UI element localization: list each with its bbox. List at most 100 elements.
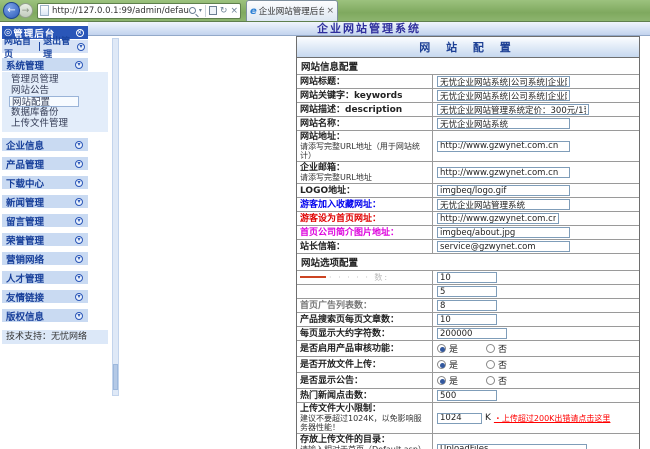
- table-row: 网站关键字：keywords: [297, 88, 639, 102]
- upload-size-input[interactable]: [437, 412, 482, 424]
- table-row: 网站描述：description: [297, 102, 639, 116]
- table-row: 是否开放文件上传： 是 否: [297, 356, 639, 372]
- section-label: 新闻管理: [6, 197, 45, 209]
- url-text[interactable]: http://127.0.0.1:99/admin/default.asp: [52, 6, 189, 16]
- tab-close-icon[interactable]: ×: [326, 6, 334, 16]
- sidebar-section-product[interactable]: 产品管理 ▾: [2, 157, 88, 171]
- sidebar-item-admin-manage[interactable]: 管理员管理: [2, 74, 108, 85]
- field-label: 网站关键字：keywords: [300, 90, 403, 101]
- sidebar-item-site-notice[interactable]: 网站公告: [2, 85, 108, 96]
- section-toggle-icon[interactable]: ▾: [75, 140, 83, 149]
- support-label: 技术支持：无忧网络: [2, 330, 108, 344]
- list-count-1-input[interactable]: [437, 272, 497, 283]
- browser-tab[interactable]: e 企业网站管理后台 ×: [246, 0, 338, 21]
- sidebar-item-site-config[interactable]: 网站配置: [9, 96, 79, 108]
- file-upload-radio-yes[interactable]: [437, 360, 446, 369]
- description-input[interactable]: [437, 104, 589, 115]
- about-image-input[interactable]: [437, 227, 570, 238]
- unit-label: K: [485, 413, 491, 423]
- site-url-input[interactable]: [437, 140, 570, 152]
- sidebar-item-upload-manage[interactable]: 上传文件管理: [2, 118, 108, 129]
- radio-label: 是: [449, 377, 459, 387]
- forward-button[interactable]: →: [18, 3, 33, 18]
- sidebar-item-db-backup[interactable]: 数据库备份: [2, 107, 108, 118]
- section-header-info: 网站信息配置: [297, 57, 639, 74]
- table-row: [297, 284, 639, 298]
- table-row: 上传文件大小限制：建议不要超过1024K，以免影响服务器性能！ K・上传超过200…: [297, 402, 639, 433]
- field-label: 是否启用产品审核功能：: [300, 343, 400, 354]
- sidebar-section-links[interactable]: 友情链接 ▾: [2, 290, 88, 304]
- section-toggle-icon[interactable]: ▾: [75, 159, 83, 168]
- sidebar-section-honor[interactable]: 荣誉管理 ▾: [2, 233, 88, 247]
- sidebar-section-system[interactable]: 系统管理 ▾: [2, 58, 88, 72]
- section-toggle-icon[interactable]: ▾: [75, 311, 83, 320]
- back-button[interactable]: ←: [3, 2, 20, 19]
- collapse-icon[interactable]: ×: [76, 28, 84, 37]
- section-toggle-icon[interactable]: ▾: [75, 178, 83, 187]
- ad-list-count-input[interactable]: [437, 300, 497, 311]
- sidebar-section-copyright[interactable]: 版权信息 ▾: [2, 309, 88, 323]
- divider: [204, 4, 206, 17]
- section-toggle-icon[interactable]: ▾: [75, 273, 83, 282]
- compatibility-icon[interactable]: [208, 6, 217, 15]
- table-row: 游客设为首页网址：: [297, 211, 639, 225]
- table-row: 产品搜索页每页文章数：: [297, 312, 639, 326]
- upload-error-link[interactable]: ・上传超过200K出错请点击这里: [494, 413, 611, 424]
- config-table: 网 站 配 置 网站信息配置 网站标题： 网站关键字：keywords 网站描述…: [296, 36, 640, 449]
- address-bar[interactable]: http://127.0.0.1:99/admin/default.asp ▾ …: [37, 2, 241, 19]
- field-label: 上传文件大小限制：: [300, 404, 382, 414]
- scrollbar-thumb[interactable]: [113, 364, 118, 390]
- list-count-2-input[interactable]: [437, 286, 497, 297]
- show-notice-radio-no[interactable]: [486, 376, 496, 385]
- homepage-url-input[interactable]: [437, 213, 559, 224]
- sidebar-scrollbar[interactable]: [112, 38, 119, 396]
- table-title: 网 站 配 置: [297, 37, 639, 57]
- site-name-input[interactable]: [437, 118, 570, 129]
- tab-title: 企业网站管理后台: [258, 7, 325, 17]
- table-row: 是否启用产品审核功能： 是 否: [297, 340, 639, 356]
- field-label: 是否开放文件上传：: [300, 359, 382, 370]
- product-search-count-input[interactable]: [437, 314, 497, 325]
- webmaster-email-input[interactable]: [437, 241, 570, 252]
- sidebar-submenu: 管理员管理 网站公告 网站配置 数据库备份 上传文件管理: [2, 72, 108, 132]
- keywords-input[interactable]: [437, 90, 570, 101]
- sidebar-section-download[interactable]: 下载中心 ▾: [2, 176, 88, 190]
- stop-icon[interactable]: ×: [230, 6, 238, 16]
- product-audit-radio-yes[interactable]: [437, 344, 446, 353]
- section-label: 系统管理: [6, 60, 45, 72]
- sidebar-section-message[interactable]: 留言管理 ▾: [2, 214, 88, 228]
- favorite-title-input[interactable]: [437, 199, 570, 210]
- field-sublabel: 请添写完整URL地址（用于网站统计）: [300, 142, 420, 160]
- field-label: 游客设为首页网址：: [300, 213, 382, 224]
- upload-dir-input[interactable]: [437, 443, 587, 449]
- section-toggle-icon[interactable]: ▾: [75, 60, 83, 69]
- product-audit-radio-no[interactable]: [486, 344, 496, 353]
- radio-label: 否: [498, 345, 508, 355]
- sidebar-section-marketing[interactable]: 营销网络 ▾: [2, 252, 88, 266]
- show-notice-radio-yes[interactable]: [437, 376, 446, 385]
- sidebar-section-news[interactable]: 新闻管理 ▾: [2, 195, 88, 209]
- section-toggle-icon[interactable]: ▾: [75, 235, 83, 244]
- chars-per-page-input[interactable]: [437, 328, 507, 339]
- company-email-input[interactable]: [437, 167, 570, 178]
- home-link[interactable]: 网站首页: [4, 34, 36, 60]
- sidebar-section-company[interactable]: 企业信息 ▾: [2, 138, 88, 152]
- sidebar-section-hr[interactable]: 人才管理 ▾: [2, 271, 88, 285]
- section-toggle-icon[interactable]: ▾: [75, 216, 83, 225]
- logout-link[interactable]: 退出管理: [43, 34, 75, 60]
- hot-news-clicks-input[interactable]: [437, 390, 497, 401]
- site-title-input[interactable]: [437, 76, 570, 87]
- section-toggle-icon[interactable]: ▾: [75, 197, 83, 206]
- field-label: 首页公司简介图片地址：: [300, 227, 400, 238]
- file-upload-radio-no[interactable]: [486, 360, 496, 369]
- section-toggle-icon[interactable]: ▾: [75, 254, 83, 263]
- chevron-down-icon[interactable]: ▾: [199, 7, 202, 14]
- section-header-options: 网站选项配置: [297, 253, 639, 270]
- section-toggle-icon[interactable]: ▾: [75, 292, 83, 301]
- section-label: 荣誉管理: [6, 235, 45, 247]
- field-label: 网站名称：: [300, 118, 346, 129]
- logo-path-input[interactable]: [437, 185, 570, 196]
- refresh-icon[interactable]: ↻: [220, 6, 228, 16]
- section-label: 版权信息: [6, 311, 45, 323]
- search-icon[interactable]: [188, 7, 196, 14]
